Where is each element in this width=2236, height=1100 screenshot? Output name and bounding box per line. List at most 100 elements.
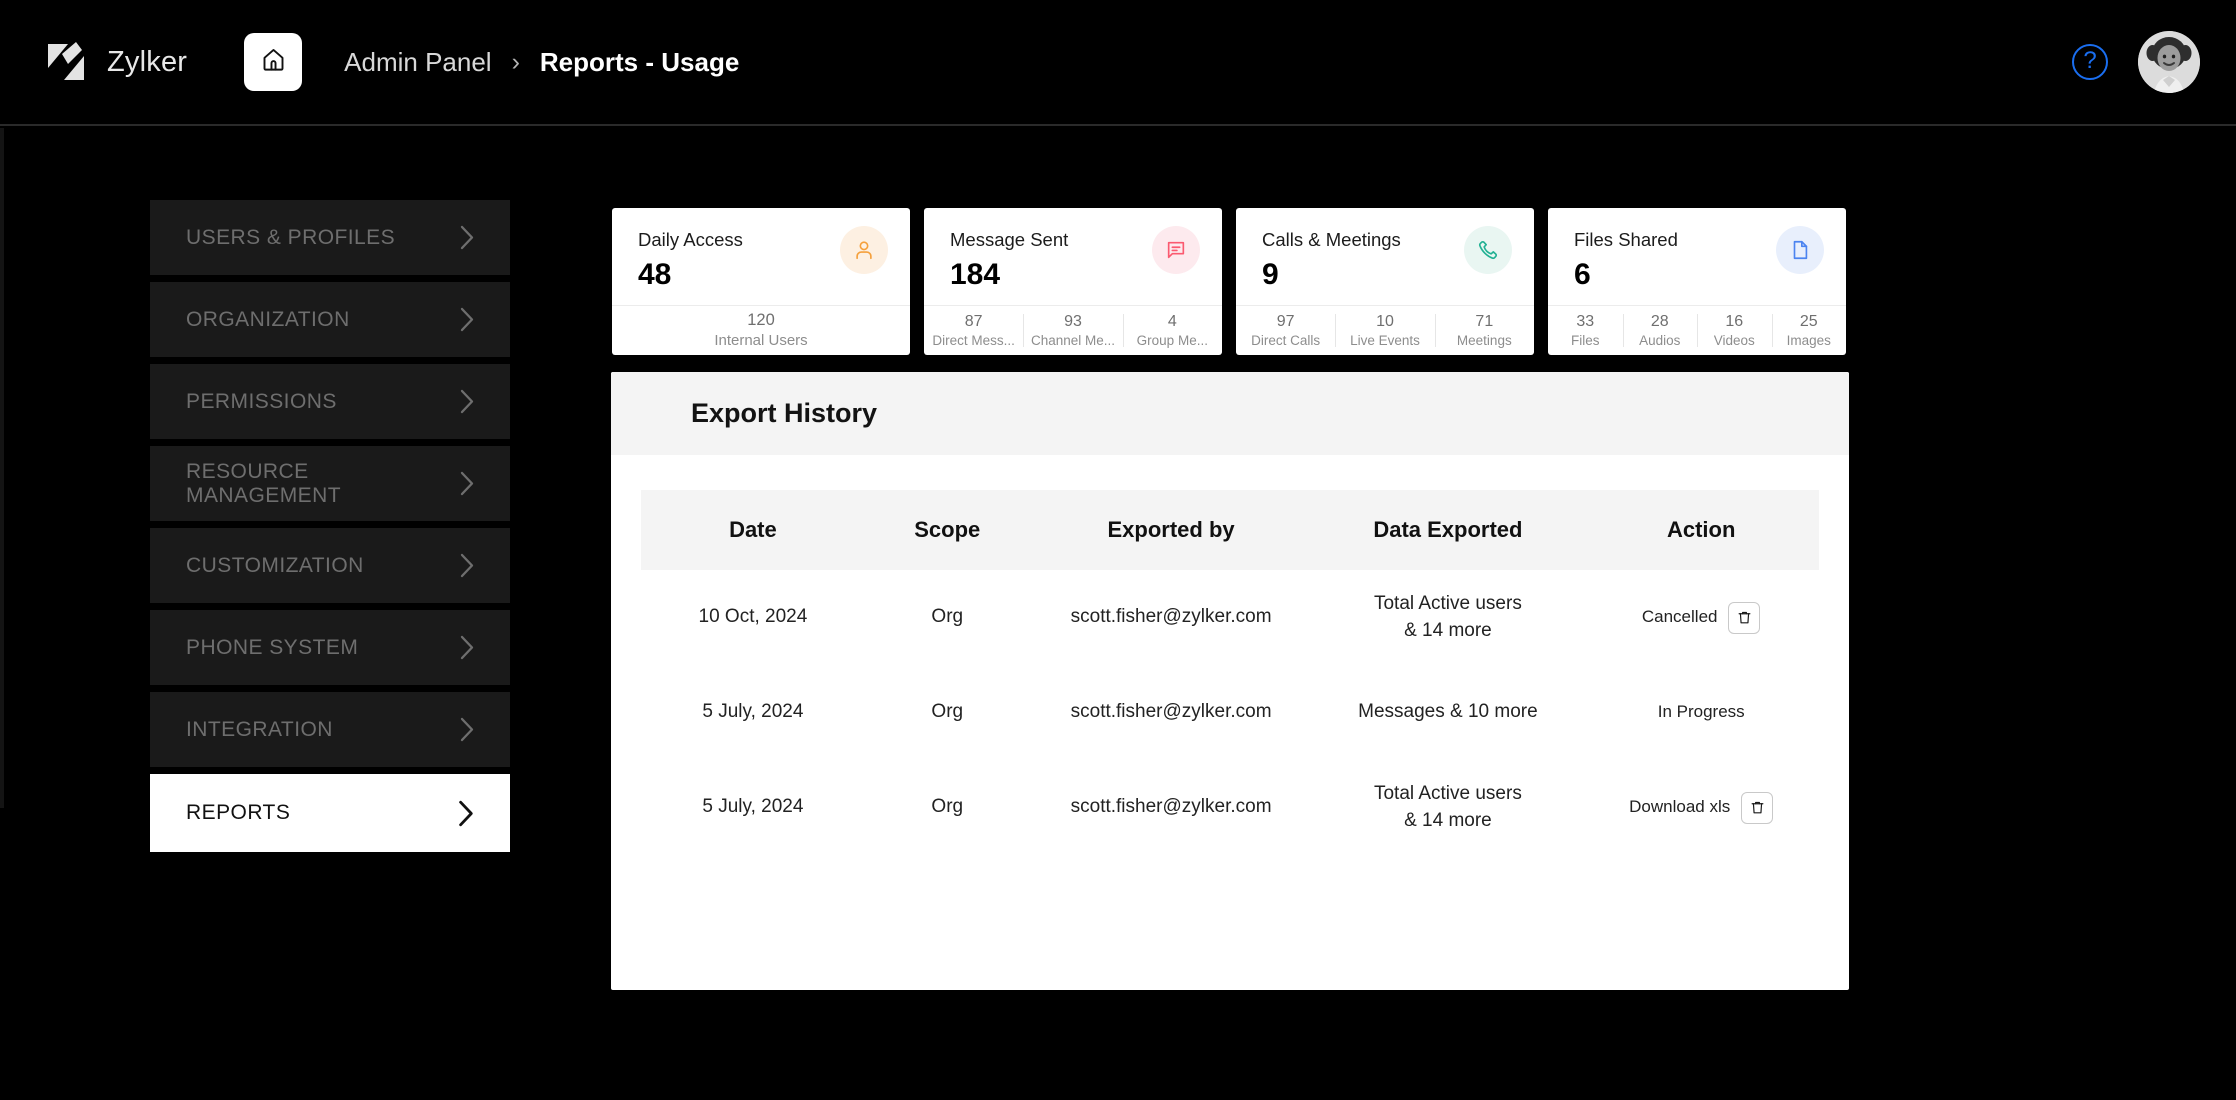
cell-scope: Org [931,701,964,723]
phone-icon [1464,226,1512,274]
cell-exported-by: scott.fisher@zylker.com [1070,701,1272,723]
sidebar-item-permissions[interactable]: PERMISSIONS [150,364,510,439]
breakdown-item: 4 Group Me... [1122,306,1222,355]
sidebar-item-label: RESOURCE MANAGEMENT [186,459,342,507]
table-row[interactable]: 5 July, 2024 Org scott.fisher@zylker.com… [641,665,1819,760]
breakdown-number: 87 [964,312,983,330]
sidebar-item-users-profiles[interactable]: USERS & PROFILES [150,200,510,275]
stat-card-value: 184 [950,258,1001,292]
stat-card-calls-meetings[interactable]: Calls & Meetings 9 97 Direct Calls 10 Li… [1236,208,1534,355]
breakdown-label: Channel Me... [1030,332,1116,348]
breakdown-item: 71 Meetings [1434,306,1534,355]
export-history-table-wrap: Date Scope Exported by Data Exported Act… [611,455,1849,855]
stat-card-head: Files Shared 6 [1574,228,1678,291]
data-exported-line2: & 14 more [1404,809,1492,831]
breakdown-label: Videos [1713,332,1755,348]
stat-card-value: 9 [1262,258,1279,292]
top-bar: Zylker Admin Panel › Reports - Usage ? [0,0,2236,126]
trash-icon [1750,800,1765,815]
brand[interactable]: Zylker [42,38,187,86]
sidebar-nav: USERS & PROFILES ORGANIZATION PERMISSION… [150,200,510,859]
cell-action: Cancelled [1583,570,1819,665]
delete-button[interactable] [1728,601,1761,634]
cell-exported-by: scott.fisher@zylker.com [1070,796,1272,818]
sidebar-item-organization[interactable]: ORGANIZATION [150,282,510,357]
breakdown-label: Direct Mess... [932,332,1015,348]
sidebar-item-reports[interactable]: REPORTS [150,774,510,852]
breakdown-label: Direct Calls [1251,332,1321,348]
action-group: In Progress [1583,700,1819,724]
stat-card-message-sent[interactable]: Message Sent 184 87 Direct Mess... 93 Ch… [924,208,1222,355]
chevron-right-icon [459,388,476,415]
left-rail [0,128,4,808]
action-group: Cancelled [1583,601,1819,634]
column-header-action[interactable]: Action [1583,490,1819,570]
sidebar-item-label: USERS & PROFILES [186,225,396,249]
table-row[interactable]: 5 July, 2024 Org scott.fisher@zylker.com… [641,760,1819,855]
stat-card-head: Message Sent 184 [950,228,1068,291]
delete-button[interactable] [1741,791,1774,824]
stat-card-breakdown: 33 Files 28 Audios 16 Videos 25 Images [1548,305,1846,355]
data-exported-line1: Messages & 10 more [1358,701,1538,723]
home-button[interactable] [244,33,303,91]
breakdown-item: 87 Direct Mess... [924,306,1023,355]
cell-action: Download xls [1583,760,1819,855]
app-root: Zylker Admin Panel › Reports - Usage ? U… [0,0,2236,1100]
sidebar-item-resource-management[interactable]: RESOURCE MANAGEMENT [150,446,510,521]
table-body: 10 Oct, 2024 Org scott.fisher@zylker.com… [641,570,1819,855]
breakdown-item: 93 Channel Me... [1023,306,1122,355]
breakdown-number: 71 [1475,312,1494,330]
brand-name: Zylker [107,45,188,78]
panel-header: Export History [611,372,1849,455]
breakdown-label: Internal Users [714,332,808,350]
user-icon [840,226,888,274]
breakdown-label: Group Me... [1136,332,1208,348]
action-status-label: Cancelled [1641,607,1718,627]
cell-action: In Progress [1583,665,1819,760]
stat-card-daily-access[interactable]: Daily Access 48 120 Internal Users [612,208,910,355]
chevron-right-icon [459,716,476,743]
sidebar-item-customization[interactable]: CUSTOMIZATION [150,528,510,603]
stat-cards: Daily Access 48 120 Internal Users Messa… [612,208,1846,355]
column-header-scope[interactable]: Scope [865,490,1030,570]
top-bar-actions: ? [2072,31,2200,93]
breakdown-number: 97 [1276,312,1295,330]
stat-card-title: Message Sent [950,229,1069,250]
sidebar-item-label: REPORTS [186,801,291,824]
sidebar-item-integration[interactable]: INTEGRATION [150,692,510,767]
table-header: Date Scope Exported by Data Exported Act… [641,490,1819,570]
cell-exported-by: scott.fisher@zylker.com [1070,606,1272,628]
breadcrumb: Admin Panel › Reports - Usage [344,47,739,78]
breadcrumb-parent[interactable]: Admin Panel [344,47,491,78]
data-exported-line1: Total Active users [1373,782,1522,804]
column-header-date[interactable]: Date [641,490,865,570]
download-link[interactable]: Download xls [1629,795,1730,819]
breadcrumb-current: Reports - Usage [539,46,740,77]
breakdown-number: 120 [747,311,775,330]
chevron-right-icon [457,799,476,828]
stat-card-files-shared[interactable]: Files Shared 6 33 Files 28 Audios 16 Vid… [1548,208,1846,355]
zylker-logo-icon [42,38,90,86]
message-icon [1152,226,1200,274]
breakdown-item: 16 Videos [1697,306,1772,355]
column-header-data-exported[interactable]: Data Exported [1312,490,1583,570]
sidebar-item-phone-system[interactable]: PHONE SYSTEM [150,610,510,685]
cell-date: 5 July, 2024 [702,796,804,818]
breakdown-label: Audios [1639,332,1681,348]
breakdown-label: Images [1786,332,1831,348]
breakdown-label: Live Events [1350,332,1420,348]
stat-card-top: Calls & Meetings 9 [1236,208,1534,305]
table-row[interactable]: 10 Oct, 2024 Org scott.fisher@zylker.com… [641,570,1819,665]
action-status-label: In Progress [1657,702,1745,722]
breakdown-item: 97 Direct Calls [1236,306,1335,355]
breakdown-item: 28 Audios [1622,306,1698,355]
cell-data-exported: Messages & 10 more [1312,665,1583,760]
breakdown-label: Files [1570,332,1600,348]
avatar[interactable] [2138,31,2200,93]
help-icon[interactable]: ? [2072,44,2108,80]
column-header-exported-by[interactable]: Exported by [1030,490,1313,570]
stat-card-top: Files Shared 6 [1548,208,1846,305]
cell-data-exported: Total Active users & 14 more [1312,760,1583,855]
chevron-right-icon [459,306,476,333]
sidebar-item-label: CUSTOMIZATION [186,553,364,577]
